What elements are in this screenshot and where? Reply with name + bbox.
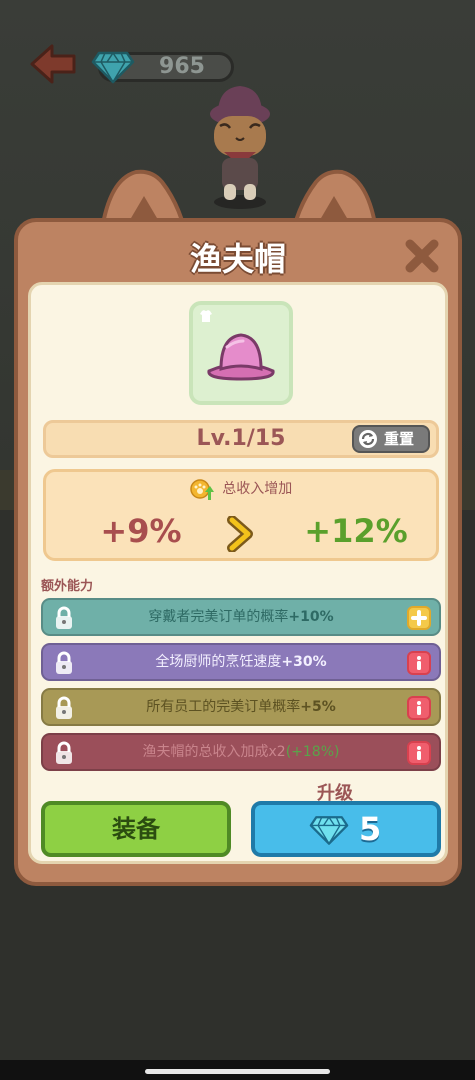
ability-bonus: (+18%) xyxy=(285,744,340,760)
back-arrow-button[interactable] xyxy=(28,42,78,86)
home-indicator[interactable] xyxy=(145,1069,330,1074)
ability-bonus: +5% xyxy=(300,699,336,715)
close-icon xyxy=(405,239,439,273)
upgrade-button[interactable]: 5 xyxy=(251,801,441,857)
ability-text: 全场厨师的烹饪速度+30% xyxy=(83,645,399,679)
ability-row[interactable]: 渔夫帽的总收入加成x2(+18%) xyxy=(41,733,441,771)
pink-bucket-hat-icon xyxy=(207,333,275,381)
ability-bonus: +10% xyxy=(288,609,334,625)
lock-icon xyxy=(56,741,72,764)
lock-icon xyxy=(56,606,72,629)
item-icon-frame xyxy=(189,301,293,405)
chevron-right-icon xyxy=(227,516,253,552)
diamond-icon xyxy=(91,51,135,84)
info-badge-button[interactable] xyxy=(407,741,431,765)
paw-coin-up-icon xyxy=(190,479,214,500)
plus-icon xyxy=(411,610,427,626)
stat-title: 总收入增加 xyxy=(222,481,293,497)
refresh-icon xyxy=(359,430,377,448)
panel-title: 渔夫帽 xyxy=(189,240,286,278)
ability-desc: 渔夫帽的总收入加成x2 xyxy=(142,744,286,760)
ability-bonus: +30% xyxy=(281,654,327,670)
plus-badge-button[interactable] xyxy=(407,606,431,630)
ability-desc: 全场厨师的烹饪速度 xyxy=(155,654,282,670)
shirt-icon xyxy=(200,310,212,322)
ability-row[interactable]: 全场厨师的烹饪速度+30% xyxy=(41,643,441,681)
stat-title-row: 总收入增加 xyxy=(46,478,436,500)
gem-counter: 965 xyxy=(91,51,234,84)
game-screen: 965 渔夫帽 Lv.1/15 重置 总收入增加 +9% +12% 额外能力 穿… xyxy=(0,0,475,1080)
back-arrow-icon xyxy=(30,44,76,84)
next-value: +12% xyxy=(304,512,408,550)
item-detail-panel: 渔夫帽 Lv.1/15 重置 总收入增加 +9% +12% 额外能力 穿戴者完美… xyxy=(14,218,462,886)
lock-icon xyxy=(56,696,72,719)
level-bar: Lv.1/15 重置 xyxy=(43,420,439,458)
info-badge-button[interactable] xyxy=(407,651,431,675)
ability-row[interactable]: 所有员工的完美订单概率+5% xyxy=(41,688,441,726)
info-icon xyxy=(417,656,421,670)
current-value: +9% xyxy=(100,512,182,550)
ability-text: 所有员工的完美订单概率+5% xyxy=(83,690,399,724)
cat-character xyxy=(200,80,280,210)
upgrade-cost: 5 xyxy=(359,810,382,848)
gem-count: 965 xyxy=(159,54,205,79)
system-nav-bar xyxy=(0,1060,475,1080)
ability-desc: 穿戴者完美订单的概率 xyxy=(148,609,289,625)
reset-label: 重置 xyxy=(384,430,415,448)
info-badge-button[interactable] xyxy=(407,696,431,720)
info-icon xyxy=(417,746,421,760)
equip-button[interactable]: 装备 xyxy=(41,801,231,857)
income-stat-box: 总收入增加 +9% +12% xyxy=(43,469,439,561)
lock-icon xyxy=(56,651,72,674)
close-button[interactable] xyxy=(402,236,442,276)
panel-content: Lv.1/15 重置 总收入增加 +9% +12% 额外能力 穿戴者完美订单的概… xyxy=(28,282,448,864)
ability-desc: 所有员工的完美订单概率 xyxy=(146,699,301,715)
ability-text: 穿戴者完美订单的概率+10% xyxy=(83,600,399,634)
ability-text: 渔夫帽的总收入加成x2(+18%) xyxy=(83,735,399,769)
info-icon xyxy=(417,701,421,715)
diamond-icon xyxy=(309,816,349,845)
reset-button[interactable]: 重置 xyxy=(352,425,430,453)
ability-row[interactable]: 穿戴者完美订单的概率+10% xyxy=(41,598,441,636)
extra-abilities-label: 额外能力 xyxy=(41,579,94,594)
